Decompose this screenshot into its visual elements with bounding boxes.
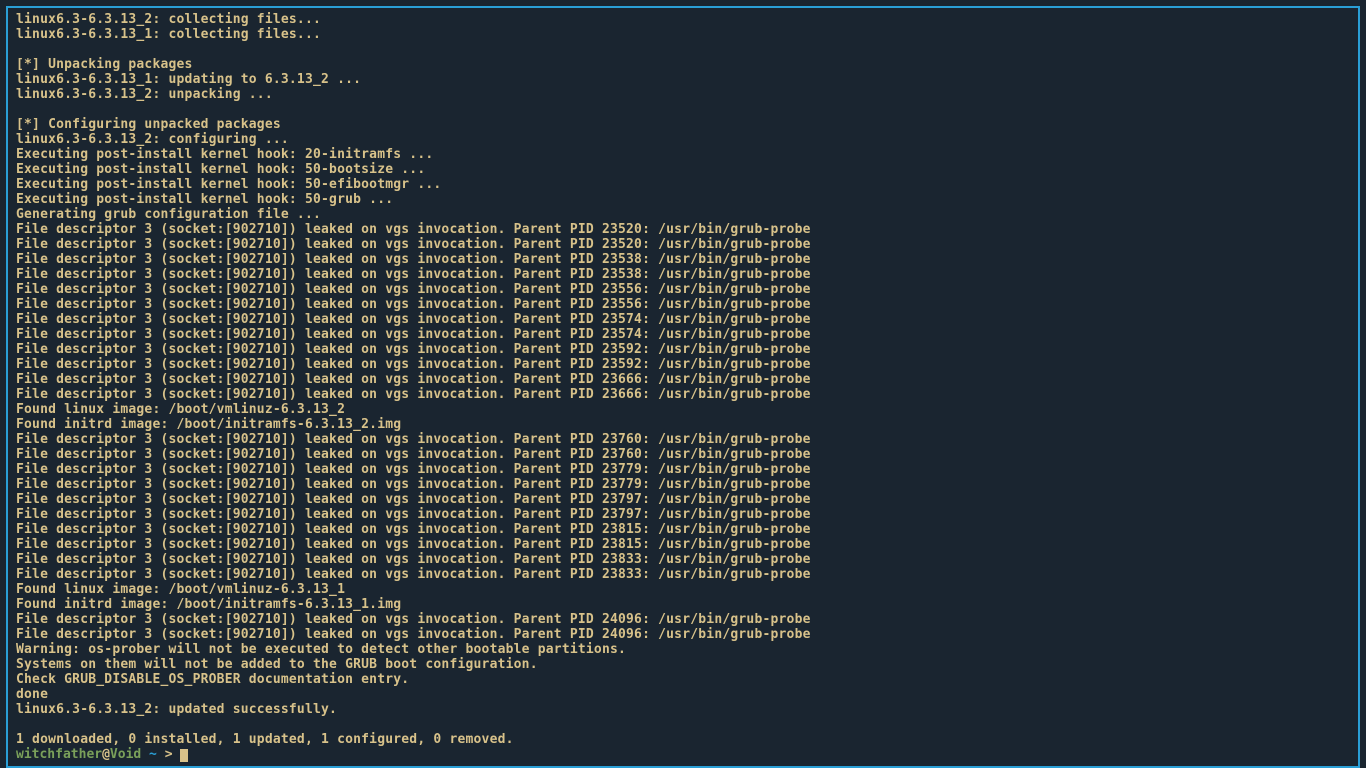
terminal-line: File descriptor 3 (socket:[902710]) leak… [16, 492, 1350, 507]
terminal-line: File descriptor 3 (socket:[902710]) leak… [16, 357, 1350, 372]
terminal-line [16, 42, 1350, 57]
prompt-user: witchfather [16, 747, 102, 762]
prompt-at: @ [102, 747, 110, 762]
terminal-line: File descriptor 3 (socket:[902710]) leak… [16, 462, 1350, 477]
terminal-line: Executing post-install kernel hook: 50-b… [16, 162, 1350, 177]
terminal-line: File descriptor 3 (socket:[902710]) leak… [16, 297, 1350, 312]
terminal-line: Found linux image: /boot/vmlinuz-6.3.13_… [16, 582, 1350, 597]
cursor-icon [180, 749, 188, 762]
terminal-line: File descriptor 3 (socket:[902710]) leak… [16, 327, 1350, 342]
terminal-line: linux6.3-6.3.13_1: collecting files... [16, 27, 1350, 42]
terminal-line: Executing post-install kernel hook: 20-i… [16, 147, 1350, 162]
terminal-line: File descriptor 3 (socket:[902710]) leak… [16, 372, 1350, 387]
terminal-line: File descriptor 3 (socket:[902710]) leak… [16, 267, 1350, 282]
terminal-line: Executing post-install kernel hook: 50-g… [16, 192, 1350, 207]
terminal-line: File descriptor 3 (socket:[902710]) leak… [16, 447, 1350, 462]
terminal-line: File descriptor 3 (socket:[902710]) leak… [16, 507, 1350, 522]
shell-prompt[interactable]: witchfather@Void ~ > [16, 747, 1350, 762]
terminal-line: Systems on them will not be added to the… [16, 657, 1350, 672]
terminal-line: Executing post-install kernel hook: 50-e… [16, 177, 1350, 192]
terminal-line: File descriptor 3 (socket:[902710]) leak… [16, 252, 1350, 267]
terminal-line: File descriptor 3 (socket:[902710]) leak… [16, 432, 1350, 447]
terminal-line: File descriptor 3 (socket:[902710]) leak… [16, 612, 1350, 627]
terminal-line: File descriptor 3 (socket:[902710]) leak… [16, 552, 1350, 567]
terminal-line: Warning: os-prober will not be executed … [16, 642, 1350, 657]
terminal-line: Check GRUB_DISABLE_OS_PROBER documentati… [16, 672, 1350, 687]
terminal-line: File descriptor 3 (socket:[902710]) leak… [16, 387, 1350, 402]
terminal-line: File descriptor 3 (socket:[902710]) leak… [16, 282, 1350, 297]
prompt-host: Void [110, 747, 141, 762]
terminal-line: [*] Configuring unpacked packages [16, 117, 1350, 132]
terminal-line [16, 102, 1350, 117]
terminal-line: linux6.3-6.3.13_2: collecting files... [16, 12, 1350, 27]
terminal-line: File descriptor 3 (socket:[902710]) leak… [16, 342, 1350, 357]
terminal-line: File descriptor 3 (socket:[902710]) leak… [16, 312, 1350, 327]
terminal-line: File descriptor 3 (socket:[902710]) leak… [16, 222, 1350, 237]
terminal-line: done [16, 687, 1350, 702]
terminal-line [16, 717, 1350, 732]
terminal-line: 1 downloaded, 0 installed, 1 updated, 1 … [16, 732, 1350, 747]
terminal-line: Found initrd image: /boot/initramfs-6.3.… [16, 597, 1350, 612]
terminal-line: File descriptor 3 (socket:[902710]) leak… [16, 567, 1350, 582]
terminal[interactable]: linux6.3-6.3.13_2: collecting files...li… [6, 6, 1360, 768]
terminal-line: linux6.3-6.3.13_2: unpacking ... [16, 87, 1350, 102]
terminal-line: File descriptor 3 (socket:[902710]) leak… [16, 237, 1350, 252]
terminal-line: Generating grub configuration file ... [16, 207, 1350, 222]
prompt-path: ~ [141, 747, 157, 762]
terminal-line: linux6.3-6.3.13_2: configuring ... [16, 132, 1350, 147]
terminal-line: linux6.3-6.3.13_1: updating to 6.3.13_2 … [16, 72, 1350, 87]
terminal-line: linux6.3-6.3.13_2: updated successfully. [16, 702, 1350, 717]
terminal-line: File descriptor 3 (socket:[902710]) leak… [16, 627, 1350, 642]
terminal-line: Found initrd image: /boot/initramfs-6.3.… [16, 417, 1350, 432]
terminal-line: File descriptor 3 (socket:[902710]) leak… [16, 477, 1350, 492]
terminal-line: File descriptor 3 (socket:[902710]) leak… [16, 522, 1350, 537]
terminal-line: File descriptor 3 (socket:[902710]) leak… [16, 537, 1350, 552]
terminal-line: Found linux image: /boot/vmlinuz-6.3.13_… [16, 402, 1350, 417]
prompt-symbol: > [157, 747, 180, 762]
terminal-line: [*] Unpacking packages [16, 57, 1350, 72]
